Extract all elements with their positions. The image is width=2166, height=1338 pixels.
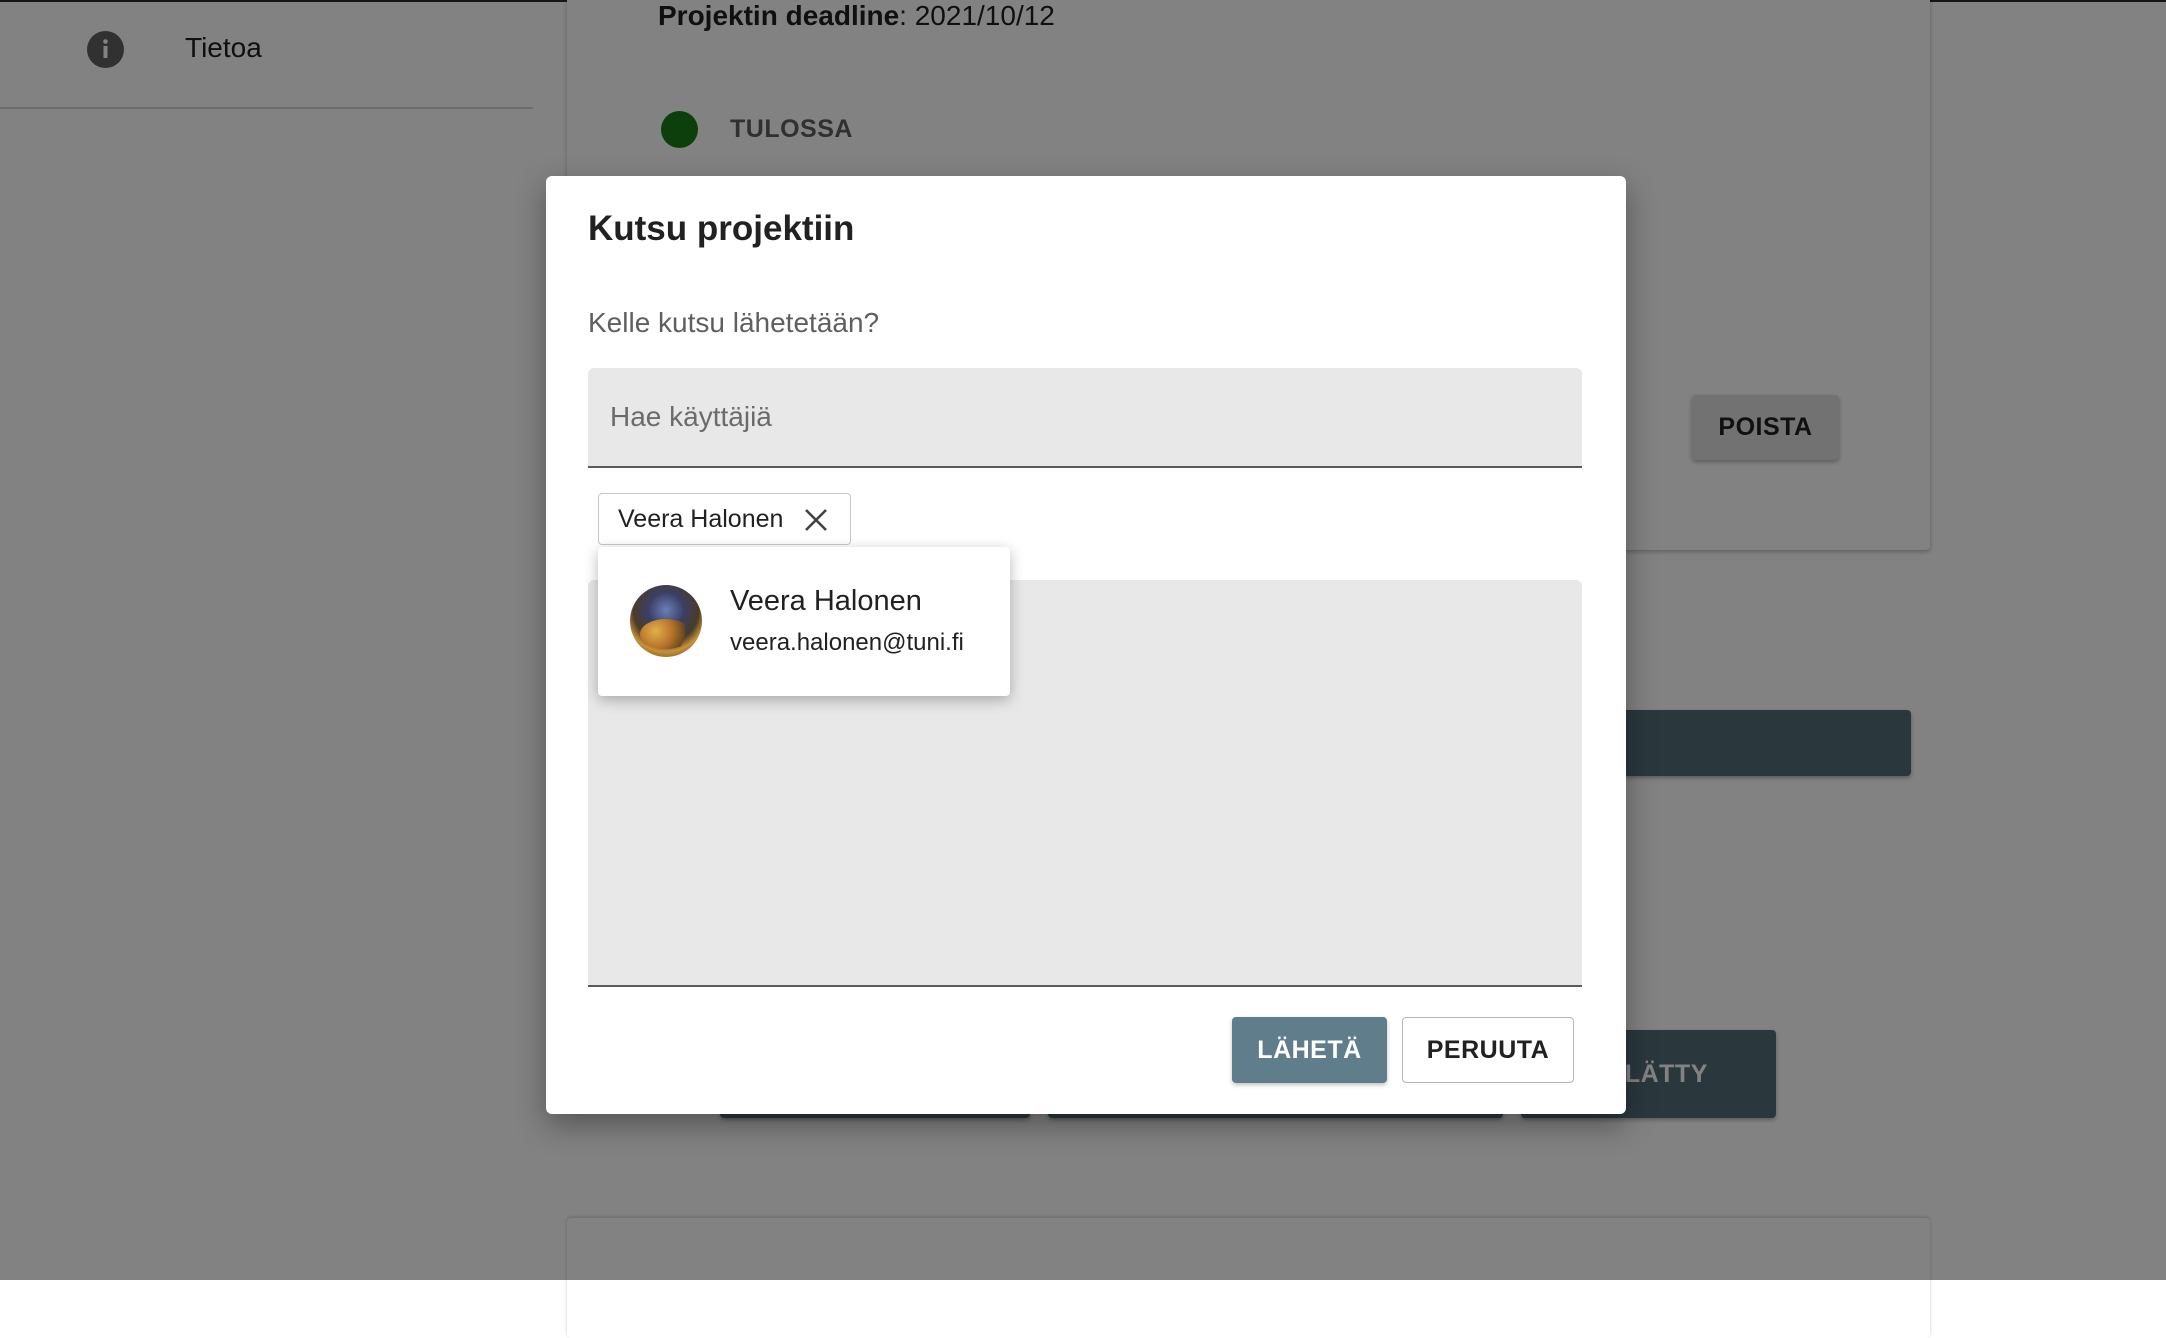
user-suggestion-popup: Veera Halonen veera.halonen@tuni.fi (598, 547, 1010, 696)
dialog-title: Kutsu projektiin (588, 209, 855, 248)
suggestion-email: veera.halonen@tuni.fi (730, 629, 964, 656)
cancel-button[interactable]: PERUUTA (1402, 1017, 1574, 1083)
close-icon[interactable] (803, 507, 829, 533)
dialog-question: Kelle kutsu lähetetään? (588, 307, 880, 338)
avatar (630, 585, 702, 657)
chip-label: Veera Halonen (618, 504, 784, 533)
suggestion-item[interactable]: Veera Halonen veera.halonen@tuni.fi (598, 547, 1010, 696)
selected-user-chip: Veera Halonen (598, 493, 851, 545)
suggestion-name: Veera Halonen (730, 585, 922, 617)
send-button[interactable]: LÄHETÄ (1232, 1017, 1387, 1083)
search-field[interactable] (588, 368, 1582, 468)
search-input[interactable] (588, 368, 1582, 466)
invite-dialog: Kutsu projektiin Kelle kutsu lähetetään?… (546, 176, 1626, 1114)
